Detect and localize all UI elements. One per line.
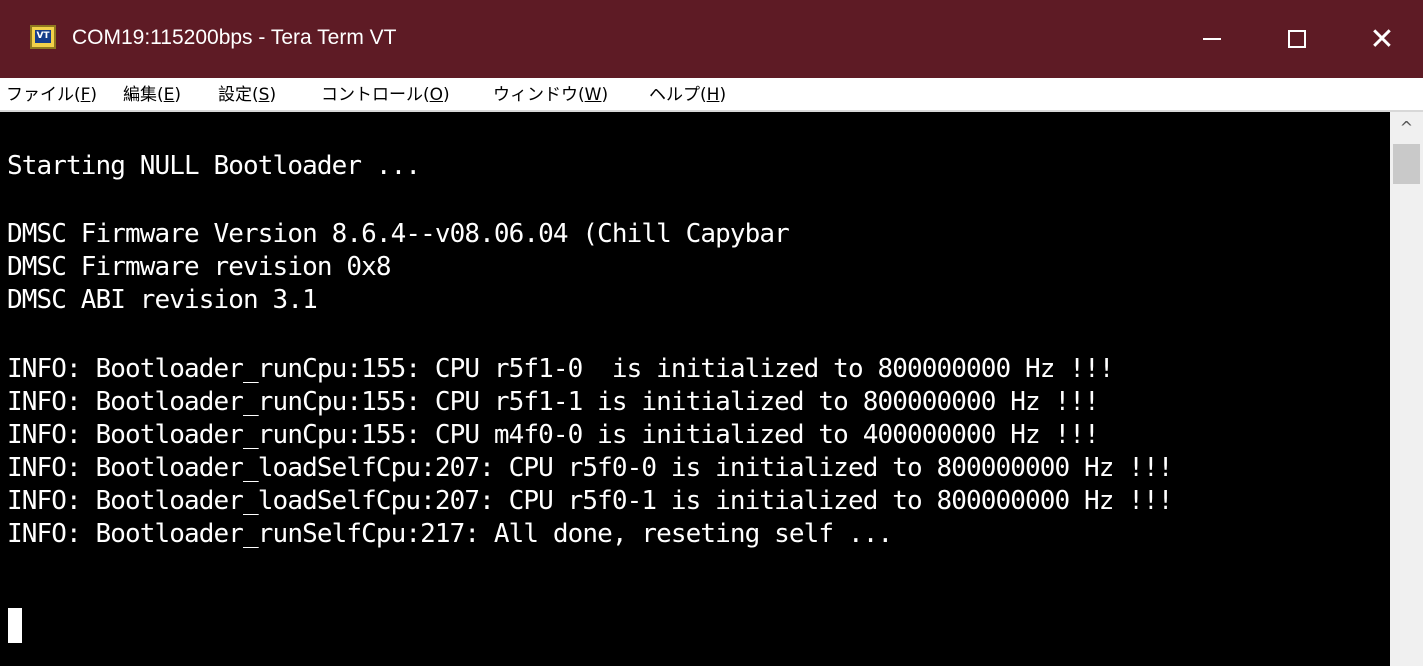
terminal-line: INFO: Bootloader_runCpu:155: CPU m4f0-0 … — [7, 420, 1100, 450]
terminal-line: INFO: Bootloader_runCpu:155: CPU r5f1-0 … — [7, 354, 1114, 384]
vertical-scrollbar[interactable]: ^ — [1390, 112, 1423, 666]
terminal-line: DMSC Firmware Version 8.6.4--v08.06.04 (… — [7, 219, 790, 249]
tera-term-window: VT COM19:115200bps - Tera Term VT ✕ ファイル… — [0, 0, 1423, 666]
minimize-icon — [1203, 38, 1221, 40]
tera-term-vt-icon[interactable]: VT — [30, 25, 56, 49]
maximize-icon — [1288, 30, 1306, 48]
menu-settings[interactable]: 設定(S) — [218, 83, 276, 107]
close-button[interactable]: ✕ — [1338, 0, 1423, 78]
scroll-thumb[interactable] — [1393, 144, 1420, 184]
maximize-button[interactable] — [1253, 0, 1341, 78]
terminal-line: INFO: Bootloader_loadSelfCpu:207: CPU r5… — [7, 486, 1173, 516]
menu-file[interactable]: ファイル(F) — [6, 83, 97, 107]
terminal-screen[interactable]: Starting NULL Bootloader ... DMSC Firmwa… — [0, 112, 1390, 666]
window-title: COM19:115200bps - Tera Term VT — [72, 26, 397, 49]
terminal-line: DMSC ABI revision 3.1 — [7, 285, 318, 315]
terminal-line: Starting NULL Bootloader ... — [7, 151, 421, 181]
terminal-line: INFO: Bootloader_loadSelfCpu:207: CPU r5… — [7, 453, 1173, 483]
scroll-up-icon[interactable]: ^ — [1390, 112, 1423, 144]
terminal-line: DMSC Firmware revision 0x8 — [7, 252, 391, 282]
terminal-line: INFO: Bootloader_runSelfCpu:217: All don… — [7, 519, 893, 549]
app-icon-label: VT — [35, 30, 51, 43]
menu-edit[interactable]: 編集(E) — [123, 83, 181, 107]
text-cursor — [8, 608, 22, 643]
terminal-line: INFO: Bootloader_runCpu:155: CPU r5f1-1 … — [7, 387, 1100, 417]
minimize-button[interactable] — [1168, 0, 1256, 78]
close-icon: ✕ — [1369, 21, 1395, 57]
menu-window[interactable]: ウィンドウ(W) — [493, 83, 608, 107]
title-bar[interactable]: VT COM19:115200bps - Tera Term VT ✕ — [0, 0, 1423, 78]
menu-control[interactable]: コントロール(O) — [321, 83, 450, 107]
menu-bar: ファイル(F) 編集(E) 設定(S) コントロール(O) ウィンドウ(W) ヘ… — [0, 78, 1423, 112]
menu-help[interactable]: ヘルプ(H) — [649, 83, 726, 107]
